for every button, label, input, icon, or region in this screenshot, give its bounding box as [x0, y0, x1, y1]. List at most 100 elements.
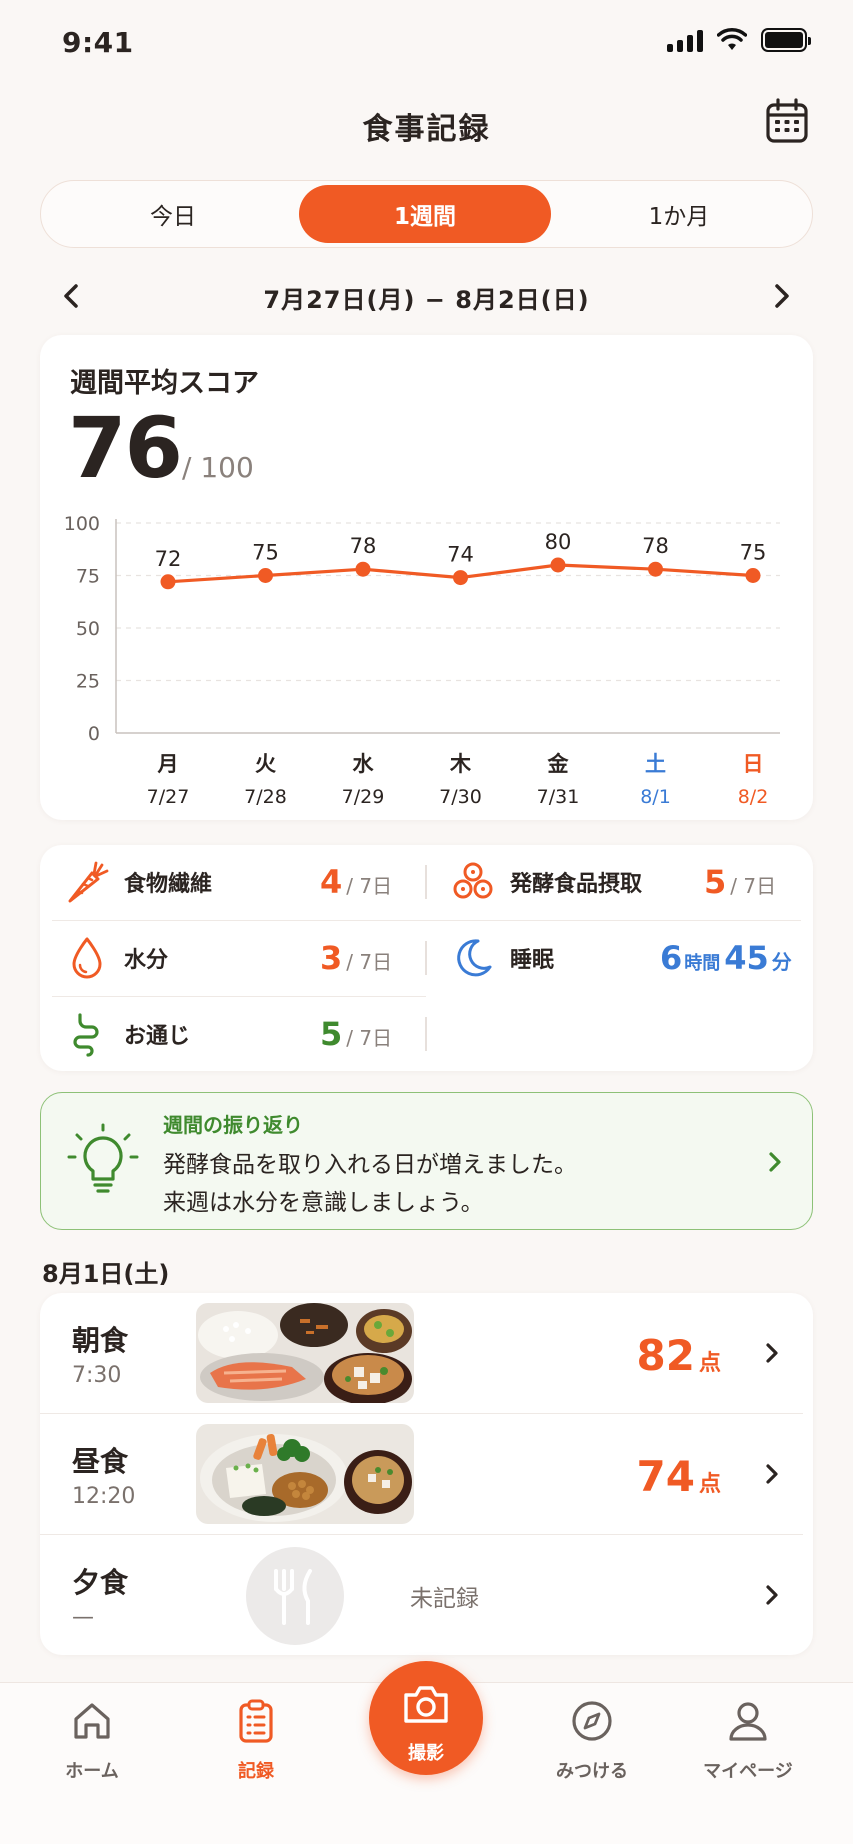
camera-icon [404, 1686, 448, 1723]
stat-water-label: 水分 [124, 948, 169, 973]
carrot-icon [68, 861, 109, 903]
meal-score-value: 74 [636, 1452, 695, 1501]
tab-month[interactable]: 1か月 [553, 185, 805, 243]
stat-water-denom: / 7日 [346, 950, 393, 974]
tab-mypage[interactable]: マイページ [688, 1697, 808, 1797]
stat-ferment: 発酵食品摂取 [448, 845, 642, 919]
meal-time: — [72, 1605, 94, 1630]
user-icon [729, 1702, 767, 1741]
fork-knife-icon [274, 1569, 312, 1625]
weekly-score-line-chart: 0 25 50 75 100 72 月 7/27 75 火 7/28 78 水 7/29 74 木 7/30 80… [64, 513, 780, 808]
status-time: 9:41 [62, 26, 134, 59]
x-date-label: 7/29 [342, 786, 385, 808]
data-label: 74 [447, 543, 474, 567]
meal-score-unit: 点 [698, 1472, 721, 1497]
intestine-icon [73, 1013, 99, 1057]
x-date-label: 8/1 [640, 786, 671, 808]
tab-camera-label: 撮影 [408, 1743, 444, 1764]
weekly-score-card: 週間平均スコア 76 / 100 0 25 50 75 100 72 月 7/27 75 火 7/2… [40, 335, 813, 820]
stat-fiber-num: 4 [320, 863, 343, 901]
weekly-review-card[interactable]: 週間の振り返り 発酵食品を取り入れる日が増えました。 来週は水分を意識しましょう… [40, 1092, 813, 1230]
habit-stats-card: 食物繊維 4 / 7日 発酵食品摂取 5 / 7日 水分 3 / 7日 睡眠 6… [40, 845, 813, 1071]
stat-sleep-hours: 6 [660, 939, 683, 977]
calendar-icon[interactable] [765, 98, 809, 144]
stat-bowel-value: 5 / 7日 [320, 1015, 392, 1053]
chevron-right-icon [766, 1464, 778, 1484]
x-tick-label: 月 [157, 752, 179, 776]
date-range-label: 7月27日(月) − 8月2日(日) [263, 286, 590, 314]
status-icons [667, 28, 811, 52]
data-point [453, 570, 468, 586]
y-tick-label: 25 [76, 671, 100, 693]
x-tick-label: 火 [255, 752, 276, 776]
data-point [258, 568, 273, 583]
wifi-icon [717, 28, 747, 50]
y-tick-label: 50 [76, 618, 100, 640]
day-label: 8月1日(土) [42, 1260, 170, 1288]
tab-home[interactable]: ホーム [32, 1697, 152, 1797]
x-tick-label: 水 [353, 752, 375, 776]
status-bar: 9:41 [0, 0, 853, 84]
home-icon [74, 1703, 110, 1739]
divider [425, 941, 427, 975]
tab-record[interactable]: 記録 [196, 1697, 316, 1797]
tab-week[interactable]: 1週間 [299, 185, 551, 243]
tab-discover[interactable]: みつける [532, 1697, 652, 1797]
tip-text-line2: 来週は水分を意識しましょう。 [163, 1190, 484, 1216]
stat-sleep-hours-unit: 時間 [684, 953, 721, 974]
data-point [550, 557, 566, 573]
meal-placeholder [246, 1547, 344, 1645]
chevron-right-icon[interactable] [761, 276, 801, 316]
meal-row-lunch[interactable]: 昼食 12:20 74 点 [40, 1414, 813, 1535]
tip-text-line1: 発酵食品を取り入れる日が増えました。 [163, 1152, 577, 1178]
x-date-label: 7/30 [439, 786, 482, 808]
meal-row-dinner[interactable]: 夕食 — 未記録 [40, 1535, 813, 1656]
stat-bowel-label: お通じ [124, 1024, 191, 1049]
meal-score-unit: 点 [698, 1351, 721, 1376]
meal-row-breakfast[interactable]: 朝食 7:30 82 点 [40, 1293, 813, 1414]
date-range-row: 7月27日(月) − 8月2日(日) [0, 272, 853, 318]
data-label: 72 [155, 547, 182, 571]
x-tick-label: 木 [449, 752, 472, 776]
breakfast-photo [196, 1303, 414, 1403]
droplet-icon [72, 937, 102, 979]
camera-button[interactable]: 撮影 [369, 1661, 483, 1775]
stat-water-num: 3 [320, 939, 343, 977]
tab-record-label: 記録 [238, 1761, 274, 1782]
stat-water: 水分 [62, 921, 168, 995]
stat-ferment-denom: / 7日 [730, 874, 777, 898]
battery-icon [761, 28, 811, 52]
y-tick-label: 0 [88, 723, 100, 745]
header: 食事記録 [0, 96, 853, 150]
x-tick-label: 土 [645, 752, 666, 776]
meal-score-value: 82 [636, 1331, 695, 1380]
x-date-label: 8/2 [738, 786, 769, 808]
stat-fiber: 食物繊維 [62, 845, 212, 919]
x-date-label: 7/31 [537, 786, 580, 808]
stat-fiber-value: 4 / 7日 [320, 863, 392, 901]
stat-bowel-denom: / 7日 [346, 1026, 393, 1050]
x-date-label: 7/27 [147, 786, 190, 808]
stat-bowel-num: 5 [320, 1015, 343, 1053]
period-segmented-control: 今日 1週間 1か月 [40, 180, 813, 248]
tab-discover-label: みつける [556, 1761, 628, 1782]
divider [425, 865, 427, 899]
data-point [745, 568, 761, 583]
unrecorded-label: 未記録 [410, 1586, 479, 1612]
data-label: 75 [252, 541, 279, 565]
lightbulb-icon [67, 1123, 139, 1193]
tip-heading: 週間の振り返り [163, 1113, 303, 1137]
stat-water-value: 3 / 7日 [320, 939, 392, 977]
stat-sleep: 睡眠 [448, 921, 554, 995]
data-point [648, 561, 663, 577]
tab-today[interactable]: 今日 [47, 185, 299, 243]
stat-fiber-denom: / 7日 [346, 874, 393, 898]
stat-ferment-value: 5 / 7日 [704, 863, 776, 901]
meal-score: 74 点 [637, 1452, 721, 1501]
stat-sleep-label: 睡眠 [510, 948, 555, 973]
chevron-right-icon [769, 1152, 781, 1172]
clipboard-icon [239, 1699, 273, 1743]
meal-time: 7:30 [72, 1363, 122, 1388]
stat-ferment-num: 5 [704, 863, 727, 901]
data-point [355, 561, 371, 577]
